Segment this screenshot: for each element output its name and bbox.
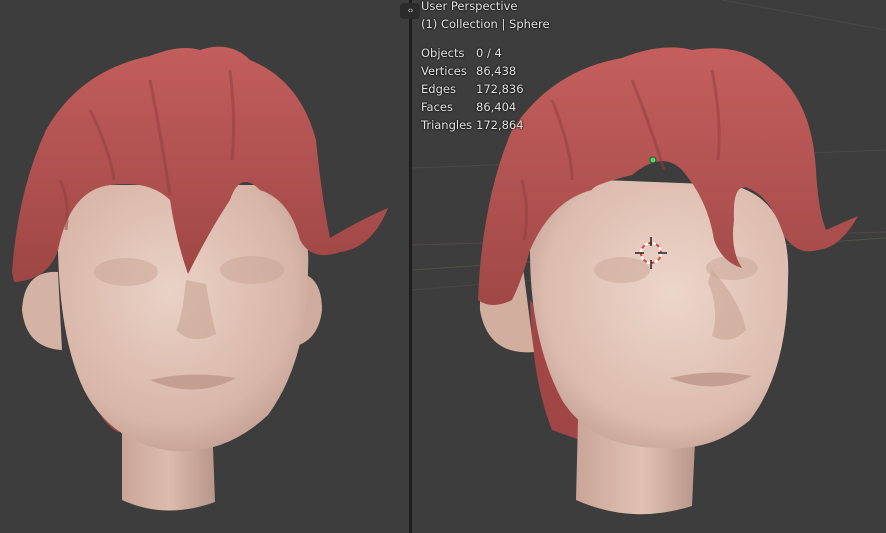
stat-label: Faces	[421, 100, 453, 114]
viewport-right[interactable]: User Perspective (1) Collection | Sphere…	[412, 0, 886, 533]
scene-statistics: Objects 0 / 4 Vertices 86,438 Edges 172,…	[421, 44, 550, 134]
stat-value: 172,864	[476, 118, 524, 132]
stat-vertices: Vertices 86,438	[421, 62, 550, 80]
stat-value: 86,404	[476, 100, 517, 114]
viewport-left[interactable]	[0, 0, 409, 533]
stat-edges: Edges 172,836	[421, 80, 550, 98]
stat-value: 86,438	[476, 64, 517, 78]
stat-value: 0 / 4	[476, 46, 502, 60]
view-name: User Perspective	[421, 0, 518, 13]
stat-objects: Objects 0 / 4	[421, 44, 550, 62]
head-model-front	[12, 46, 388, 511]
stat-label: Edges	[421, 82, 456, 96]
origin-dot	[649, 156, 657, 164]
collection-label: (1) Collection | Sphere	[421, 17, 550, 31]
stat-value: 172,836	[476, 82, 524, 96]
chevron-left-right-icon[interactable]: ‹›	[400, 3, 420, 19]
stat-label: Objects	[421, 46, 465, 60]
stat-label: Triangles	[421, 118, 473, 132]
viewport-info-overlay: User Perspective (1) Collection | Sphere…	[421, 0, 550, 134]
stat-label: Vertices	[421, 64, 467, 78]
stat-faces: Faces 86,404	[421, 98, 550, 116]
stat-triangles: Triangles 172,864	[421, 116, 550, 134]
